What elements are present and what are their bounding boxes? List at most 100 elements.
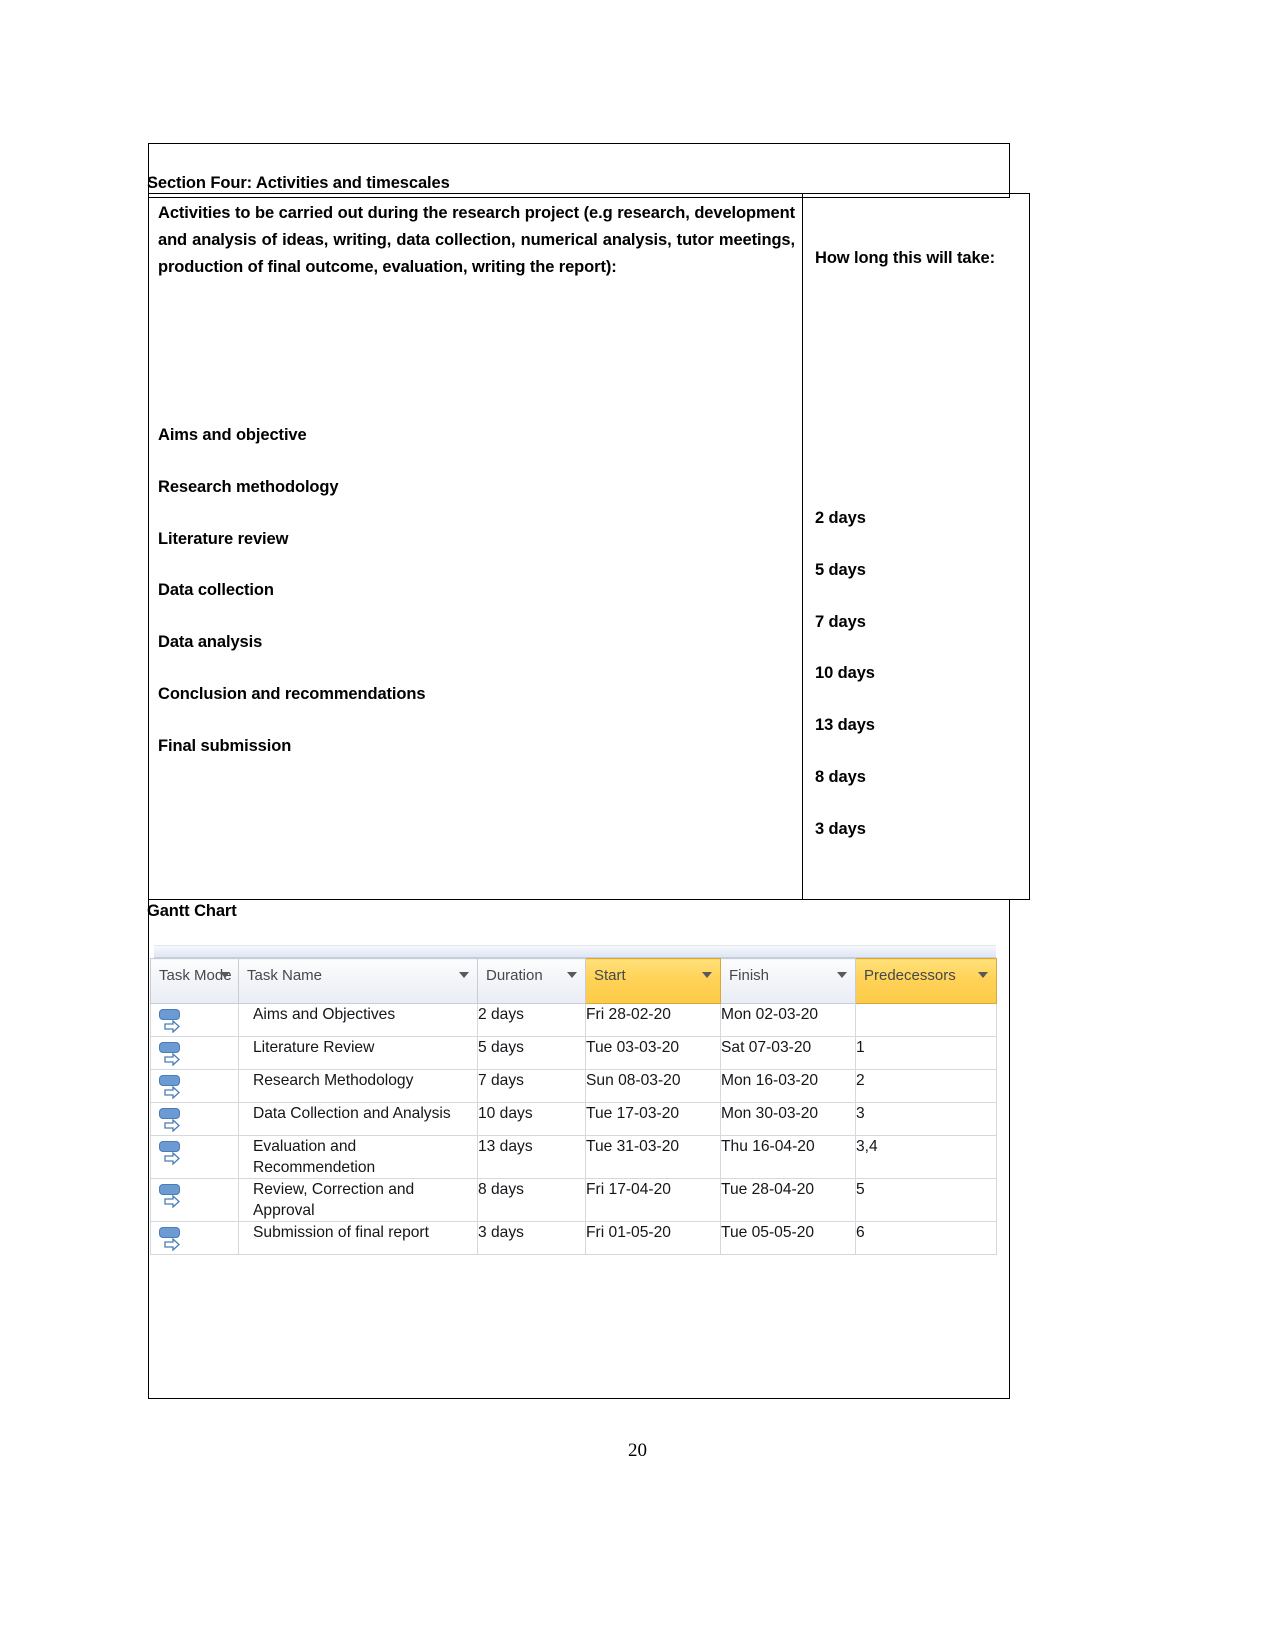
- column-header-task-mode[interactable]: Task Mode: [150, 958, 239, 1004]
- arrow-right-icon: [164, 1119, 180, 1132]
- task-start-cell[interactable]: Sun 08-03-20: [585, 1069, 721, 1103]
- filter-chevron-down-icon[interactable]: [837, 972, 847, 978]
- duration-list: 2 days 5 days 7 days 10 days 13 days 8 d…: [815, 509, 1015, 872]
- filter-chevron-down-icon[interactable]: [459, 972, 469, 978]
- grid-timescale-strip: [154, 946, 996, 958]
- column-header-task-name[interactable]: Task Name: [238, 958, 478, 1004]
- task-start-cell[interactable]: Tue 31-03-20: [585, 1134, 721, 1180]
- task-mode-cell[interactable]: [150, 1178, 239, 1223]
- task-finish-cell[interactable]: Tue 05-05-20: [720, 1221, 856, 1256]
- activities-intro-text: Activities to be carried out during the …: [158, 204, 795, 277]
- gantt-chart-title: Gantt Chart: [147, 902, 237, 920]
- task-duration-cell[interactable]: 3 days: [477, 1221, 586, 1256]
- task-name-cell[interactable]: Research Methodology: [238, 1069, 478, 1103]
- activity-item: Aims and objective: [158, 426, 307, 444]
- column-header-label: Task Name: [247, 967, 323, 984]
- activity-item: Literature review: [158, 529, 289, 548]
- task-predecessors-cell[interactable]: 3: [855, 1102, 997, 1136]
- task-start-cell[interactable]: Tue 17-03-20: [585, 1102, 721, 1136]
- manually-scheduled-icon: [158, 1107, 184, 1135]
- manually-scheduled-icon: [158, 1140, 184, 1168]
- column-header-start[interactable]: Start: [585, 958, 721, 1004]
- task-name-cell[interactable]: Review, Correction and Approval: [238, 1178, 478, 1223]
- task-mode-cell[interactable]: [150, 1036, 239, 1070]
- table-row[interactable]: Aims and Objectives 2 days Fri 28-02-20 …: [150, 1003, 997, 1037]
- column-header-finish[interactable]: Finish: [720, 958, 856, 1004]
- duration-item: 3 days: [815, 819, 866, 838]
- task-predecessors-cell[interactable]: 2: [855, 1069, 997, 1103]
- table-header-row: Task Mode Task Name Duration Start Finis…: [150, 958, 997, 1004]
- table-row[interactable]: Literature Review 5 days Tue 03-03-20 Sa…: [150, 1036, 997, 1070]
- column-header-label: Predecessors: [864, 967, 956, 984]
- activity-item: Final submission: [158, 736, 292, 755]
- task-duration-cell[interactable]: 7 days: [477, 1069, 586, 1103]
- task-predecessors-cell[interactable]: 5: [855, 1178, 997, 1223]
- table-row[interactable]: Research Methodology 7 days Sun 08-03-20…: [150, 1069, 997, 1103]
- task-finish-cell[interactable]: Mon 30-03-20: [720, 1102, 856, 1136]
- arrow-right-icon: [164, 1053, 180, 1066]
- task-name-cell[interactable]: Submission of final report: [238, 1221, 478, 1256]
- task-duration-cell[interactable]: 2 days: [477, 1003, 586, 1037]
- manually-scheduled-icon: [158, 1183, 184, 1211]
- task-finish-cell[interactable]: Thu 16-04-20: [720, 1134, 856, 1180]
- task-name-cell[interactable]: Evaluation and Recommendetion: [238, 1134, 478, 1180]
- task-duration-cell[interactable]: 5 days: [477, 1036, 586, 1070]
- filter-chevron-down-icon[interactable]: [220, 972, 230, 978]
- column-header-duration[interactable]: Duration: [477, 958, 586, 1004]
- table-row[interactable]: Data Collection and Analysis 10 days Tue…: [150, 1102, 997, 1136]
- how-long-label: How long this will take:: [815, 249, 996, 267]
- task-finish-cell[interactable]: Mon 02-03-20: [720, 1003, 856, 1037]
- arrow-right-icon: [164, 1086, 180, 1099]
- task-start-cell[interactable]: Fri 17-04-20: [585, 1178, 721, 1223]
- duration-item: 8 days: [815, 767, 866, 786]
- column-header-predecessors[interactable]: Predecessors: [855, 958, 997, 1004]
- arrow-right-icon: [164, 1152, 180, 1165]
- task-mode-cell[interactable]: [150, 1221, 239, 1256]
- manually-scheduled-icon: [158, 1226, 184, 1254]
- task-name-cell[interactable]: Literature Review: [238, 1036, 478, 1070]
- activity-item: Conclusion and recommendations: [158, 684, 426, 703]
- activity-item: Research methodology: [158, 477, 339, 496]
- task-finish-cell[interactable]: Tue 28-04-20: [720, 1178, 856, 1223]
- arrow-right-icon: [164, 1195, 180, 1209]
- manually-scheduled-icon: [158, 1008, 184, 1036]
- duration-item: 2 days: [815, 509, 866, 527]
- arrow-right-icon: [164, 1238, 180, 1252]
- activity-list: Aims and objective Research methodology …: [158, 426, 788, 789]
- task-duration-cell[interactable]: 13 days: [477, 1134, 586, 1180]
- filter-chevron-down-icon[interactable]: [978, 972, 988, 978]
- task-name-cell[interactable]: Data Collection and Analysis: [238, 1102, 478, 1136]
- task-predecessors-cell[interactable]: 3,4: [855, 1134, 997, 1180]
- table-row[interactable]: Evaluation and Recommendetion 13 days Tu…: [150, 1134, 997, 1180]
- task-duration-cell[interactable]: 8 days: [477, 1178, 586, 1223]
- task-name-cell[interactable]: Aims and Objectives: [238, 1003, 478, 1037]
- task-start-cell[interactable]: Fri 01-05-20: [585, 1221, 721, 1256]
- page-number: 20: [628, 1440, 647, 1461]
- table-row[interactable]: Review, Correction and Approval 8 days F…: [150, 1178, 997, 1223]
- task-duration-cell[interactable]: 10 days: [477, 1102, 586, 1136]
- manually-scheduled-icon: [158, 1074, 184, 1102]
- task-predecessors-cell[interactable]: 6: [855, 1221, 997, 1256]
- task-start-cell[interactable]: Fri 28-02-20: [585, 1003, 721, 1037]
- task-finish-cell[interactable]: Sat 07-03-20: [720, 1036, 856, 1070]
- task-mode-cell[interactable]: [150, 1134, 239, 1180]
- gantt-task-table: Task Mode Task Name Duration Start Finis…: [150, 958, 997, 1256]
- activities-table: Activities to be carried out during the …: [148, 193, 1030, 900]
- activity-item: Data collection: [158, 581, 274, 600]
- task-mode-cell[interactable]: [150, 1102, 239, 1136]
- task-predecessors-cell[interactable]: 1: [855, 1036, 997, 1070]
- task-mode-cell[interactable]: [150, 1003, 239, 1037]
- column-header-label: Start: [594, 967, 626, 984]
- filter-chevron-down-icon[interactable]: [702, 972, 712, 978]
- task-predecessors-cell[interactable]: [855, 1003, 997, 1037]
- activities-column: Activities to be carried out during the …: [149, 194, 803, 899]
- task-mode-cell[interactable]: [150, 1069, 239, 1103]
- activity-item: Data analysis: [158, 633, 263, 652]
- task-finish-cell[interactable]: Mon 16-03-20: [720, 1069, 856, 1103]
- duration-item: 5 days: [815, 560, 866, 579]
- filter-chevron-down-icon[interactable]: [567, 972, 577, 978]
- duration-item: 13 days: [815, 716, 875, 735]
- task-start-cell[interactable]: Tue 03-03-20: [585, 1036, 721, 1070]
- column-header-label: Finish: [729, 967, 770, 984]
- table-row[interactable]: Submission of final report 3 days Fri 01…: [150, 1221, 997, 1256]
